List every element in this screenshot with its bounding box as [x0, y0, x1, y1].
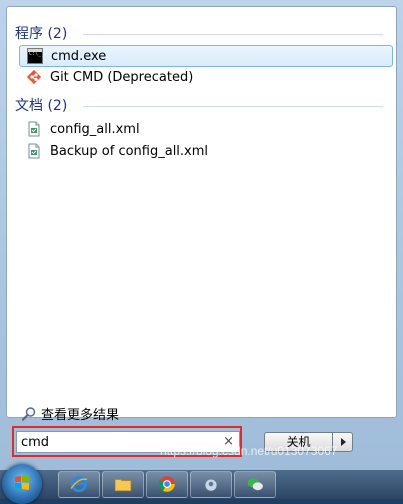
windows-logo-icon — [15, 475, 29, 490]
start-menu: 程序 (2) cmd.exe Git CMD (Deprecated) 文档 (… — [0, 0, 403, 470]
xml-file-icon — [26, 143, 42, 159]
folder-icon — [114, 479, 132, 492]
search-box[interactable]: × — [16, 431, 240, 453]
result-item-label: Git CMD (Deprecated) — [50, 69, 194, 85]
chrome-icon — [158, 476, 175, 492]
taskbar-explorer-button[interactable] — [102, 471, 144, 498]
search-results-panel: 程序 (2) cmd.exe Git CMD (Deprecated) 文档 (… — [6, 6, 397, 423]
taskbar-wechat-button[interactable] — [234, 471, 276, 498]
see-more-results-link[interactable]: 查看更多结果 — [21, 404, 119, 423]
result-item-config-all[interactable]: config_all.xml — [19, 118, 393, 140]
xml-file-icon — [26, 121, 42, 137]
taskbar — [0, 464, 403, 504]
result-item-label: cmd.exe — [51, 48, 107, 64]
search-icon — [21, 406, 37, 422]
shutdown-button[interactable]: 关机 — [264, 432, 332, 452]
git-icon — [26, 69, 42, 85]
group-header-documents: 文档 (2) — [15, 98, 68, 114]
shutdown-options-arrow[interactable] — [332, 432, 353, 452]
result-item-label: config_all.xml — [50, 121, 140, 137]
app-icon — [205, 479, 217, 491]
chat-icon — [247, 478, 263, 491]
taskbar-app-button[interactable] — [190, 471, 232, 498]
result-item-cmd[interactable]: cmd.exe — [19, 45, 393, 67]
result-item-git-cmd[interactable]: Git CMD (Deprecated) — [19, 66, 393, 88]
search-input[interactable] — [21, 432, 211, 452]
taskbar-chrome-button[interactable] — [146, 471, 188, 498]
group-divider — [83, 34, 383, 35]
internet-explorer-icon — [70, 475, 88, 493]
taskbar-ie-button[interactable] — [58, 471, 100, 498]
group-divider — [83, 106, 383, 107]
start-button[interactable] — [2, 464, 42, 504]
cmd-icon — [27, 48, 43, 64]
see-more-label: 查看更多结果 — [41, 408, 120, 423]
result-item-label: Backup of config_all.xml — [50, 143, 209, 159]
clear-search-icon[interactable]: × — [223, 434, 234, 449]
group-header-programs: 程序 (2) — [15, 26, 68, 42]
result-item-backup-config[interactable]: Backup of config_all.xml — [19, 140, 393, 162]
